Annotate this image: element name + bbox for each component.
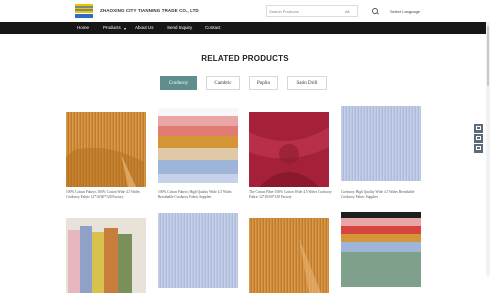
scrollbar[interactable] (486, 22, 490, 276)
company-logo[interactable] (72, 3, 98, 20)
select-language[interactable]: Select Language (390, 9, 420, 14)
top-bar: ZHAOXING CITY TIANNING TRADE CO., LTD Al… (0, 0, 490, 22)
tab-corduroy[interactable]: Corduroy (160, 76, 197, 90)
product-image[interactable] (158, 213, 238, 288)
nav-contact[interactable]: Contact (205, 22, 221, 34)
scrollbar-thumb[interactable] (487, 26, 489, 86)
tab-cambric[interactable]: Cambric (206, 76, 240, 90)
product-image[interactable] (249, 112, 329, 187)
company-name: ZHAOXING CITY TIANNING TRADE CO., LTD (100, 8, 199, 13)
search-filter[interactable]: All (345, 9, 349, 14)
product-title[interactable]: 100% Cotton Fabrics 100% Cotton Wide 4.5… (66, 190, 150, 199)
chevron-down-icon (124, 28, 126, 30)
product-title[interactable]: The Cotton Fiber 100% Cotton Wide 4.5 Wa… (249, 190, 333, 199)
inquiry-icon[interactable] (474, 124, 483, 133)
search-input[interactable] (269, 7, 329, 15)
search-box: All (266, 5, 358, 17)
product-image[interactable] (249, 218, 329, 293)
nav-send-inquiry[interactable]: Send Inquiry (167, 22, 192, 34)
product-image[interactable] (66, 112, 146, 187)
product-image[interactable] (66, 218, 146, 293)
tab-poplin[interactable]: Poplin (249, 76, 278, 90)
section-title: RELATED PRODUCTS (201, 54, 289, 63)
nav-home[interactable]: Home (77, 22, 89, 34)
main-nav: Home Products About Us Send Inquiry Cont… (0, 22, 490, 34)
message-icon[interactable] (474, 144, 483, 153)
product-image[interactable] (158, 108, 238, 183)
search-icon[interactable] (372, 8, 378, 14)
nav-products[interactable]: Products (103, 22, 121, 34)
product-image[interactable] (341, 106, 421, 181)
tab-satin-drill[interactable]: Satin Drill (287, 76, 327, 90)
email-icon[interactable] (474, 134, 483, 143)
nav-about-us[interactable]: About Us (135, 22, 154, 34)
product-title[interactable]: Corduroy High Quality Wide 4.5 Wales Bre… (341, 190, 425, 199)
product-title[interactable]: 100% Cotton Fabrics High Quality Wide 4.… (158, 190, 242, 199)
